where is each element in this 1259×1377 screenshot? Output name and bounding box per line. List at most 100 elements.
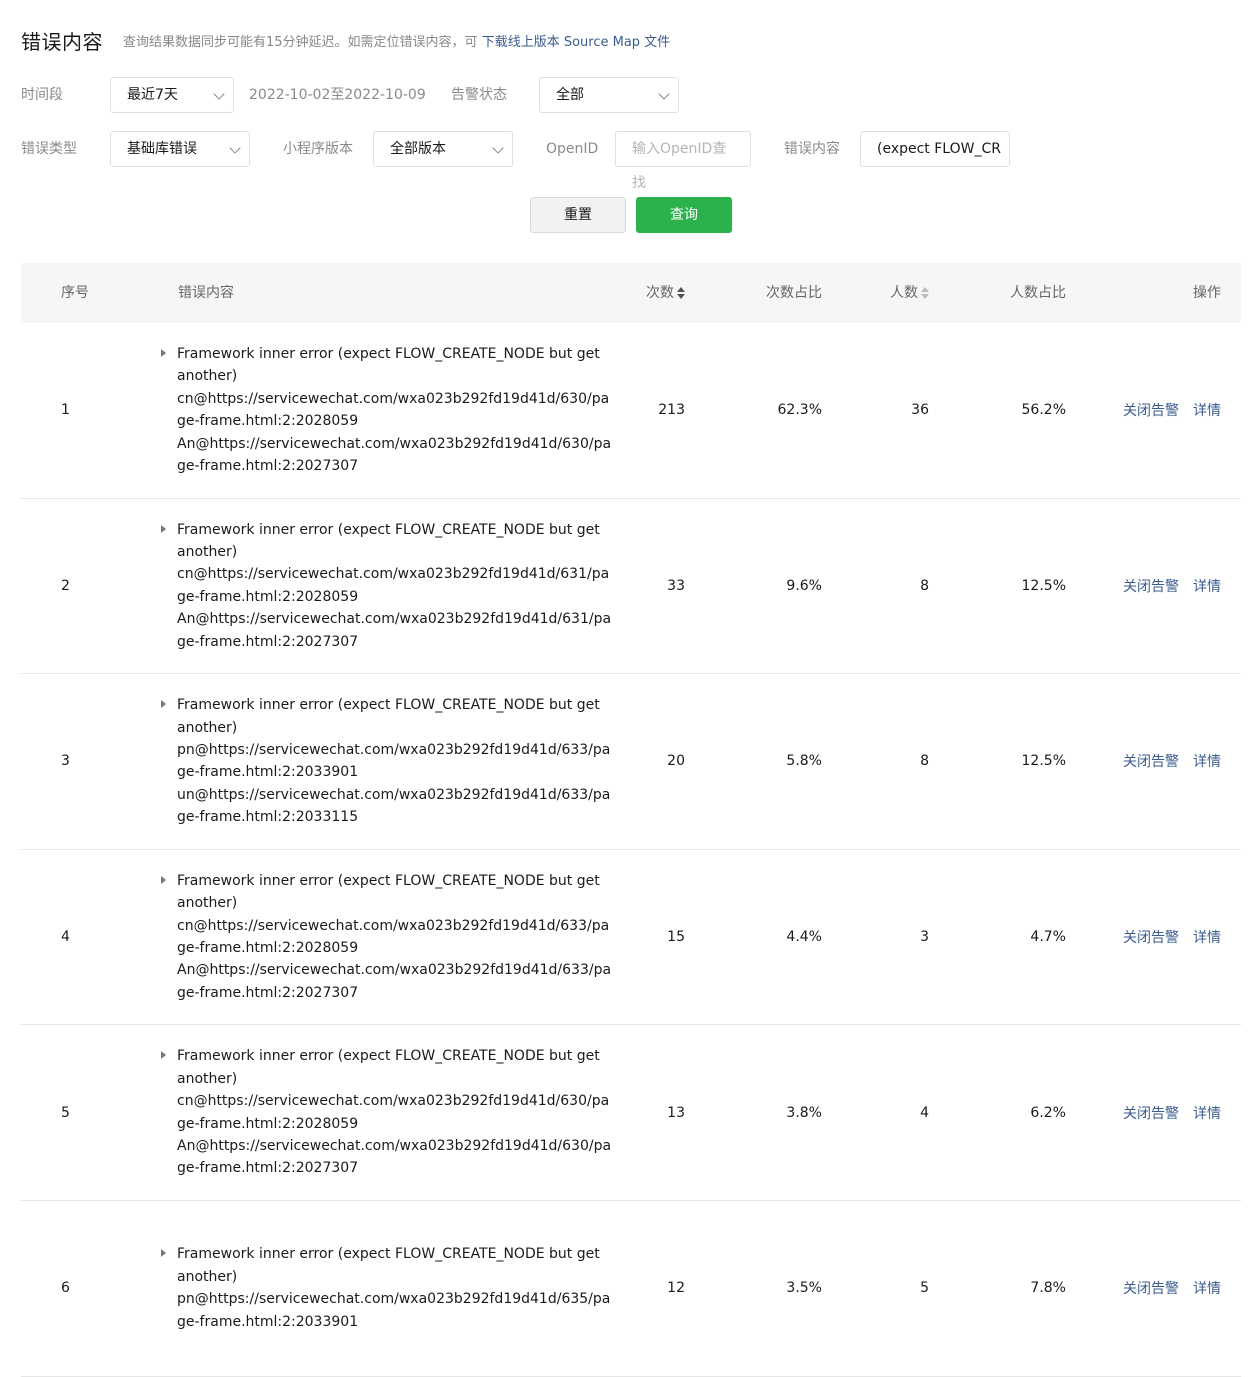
close-alert-link[interactable]: 关闭告警 <box>1123 927 1179 947</box>
version-value: 全部版本 <box>390 141 446 157</box>
close-alert-link[interactable]: 关闭告警 <box>1123 751 1179 771</box>
users-value: 4 <box>920 1104 929 1121</box>
chevron-down-icon <box>492 142 504 154</box>
table-row: 6 Framework inner error (expect FLOW_CREA… <box>21 1201 1241 1377</box>
alert-status-select[interactable]: 全部 <box>539 77 679 113</box>
period-select[interactable]: 最近7天 <box>110 77 234 113</box>
detail-link[interactable]: 详情 <box>1193 1278 1221 1298</box>
error-message: Framework inner error (expect FLOW_CREAT… <box>161 343 612 477</box>
error-message: Framework inner error (expect FLOW_CREAT… <box>161 694 611 828</box>
detail-link[interactable]: 详情 <box>1193 576 1221 596</box>
row-actions: 关闭告警 详情 <box>1123 499 1221 674</box>
error-message-line: ge-frame.html:2:2033115 <box>177 809 359 826</box>
error-type-select[interactable]: 基础库错误 <box>110 131 250 167</box>
row-index: 5 <box>61 1104 70 1121</box>
count-value: 20 <box>667 753 685 770</box>
period-select-value: 最近7天 <box>127 87 178 103</box>
col-count[interactable]: 次数 <box>646 263 685 323</box>
expand-triangle-icon[interactable] <box>161 524 166 533</box>
count-value: 13 <box>667 1104 685 1121</box>
error-message-line: ge-frame.html:2:2033901 <box>177 764 359 781</box>
col-index: 序号 <box>61 285 89 301</box>
expand-triangle-icon[interactable] <box>161 875 166 884</box>
content-input[interactable]: (expect FLOW_CR <box>860 131 1010 167</box>
alert-status-label: 告警状态 <box>451 87 507 103</box>
users-pct-value: 7.8% <box>1030 1280 1066 1297</box>
error-message-cell: Framework inner error (expect FLOW_CREAT… <box>161 674 611 849</box>
error-message-line: another) <box>177 719 238 736</box>
expand-triangle-icon[interactable] <box>161 700 166 709</box>
close-alert-link[interactable]: 关闭告警 <box>1123 1278 1179 1298</box>
chevron-down-icon <box>213 88 225 100</box>
query-button[interactable]: 查询 <box>636 197 732 233</box>
openid-placeholder: 输入OpenID查找 <box>632 141 727 191</box>
count-value: 33 <box>667 577 685 594</box>
close-alert-link[interactable]: 关闭告警 <box>1123 576 1179 596</box>
version-label: 小程序版本 <box>283 141 353 157</box>
count-value: 15 <box>667 929 685 946</box>
error-message-line: another) <box>177 1268 238 1285</box>
count-pct-value: 62.3% <box>777 402 822 419</box>
openid-label: OpenID <box>546 141 599 157</box>
error-message-cell: Framework inner error (expect FLOW_CREAT… <box>161 1201 610 1376</box>
date-range: 2022-10-02至2022-10-09 <box>249 87 426 103</box>
download-sourcemap-link[interactable]: 下载线上版本 Source Map 文件 <box>482 35 670 50</box>
error-message-line: ge-frame.html:2:2028059 <box>177 1115 359 1132</box>
table-row: 5 Framework inner error (expect FLOW_CREA… <box>21 1025 1241 1201</box>
reset-button[interactable]: 重置 <box>530 197 626 233</box>
page-header: 错误内容 查询结果数据同步可能有15分钟延迟。如需定位错误内容，可 下载线上版本… <box>21 24 670 56</box>
row-index: 3 <box>61 753 70 770</box>
error-message-line: ge-frame.html:2:2027307 <box>177 458 359 475</box>
close-alert-link[interactable]: 关闭告警 <box>1123 1103 1179 1123</box>
error-message-line: An@https://servicewechat.com/wxa023b292f… <box>177 611 612 628</box>
error-message-line: Framework inner error (expect FLOW_CREAT… <box>177 872 600 889</box>
users-pct-value: 6.2% <box>1030 1104 1066 1121</box>
error-message-line: ge-frame.html:2:2027307 <box>177 984 359 1001</box>
error-message-line: Framework inner error (expect FLOW_CREAT… <box>177 697 600 714</box>
users-value: 36 <box>911 402 929 419</box>
error-message-line: un@https://servicewechat.com/wxa023b292f… <box>177 786 611 803</box>
col-ops: 操作 <box>1193 285 1221 301</box>
error-message-line: cn@https://servicewechat.com/wxa023b292f… <box>177 1093 610 1110</box>
detail-link[interactable]: 详情 <box>1193 1103 1221 1123</box>
count-value: 12 <box>667 1280 685 1297</box>
error-message-line: another) <box>177 1070 238 1087</box>
users-value: 8 <box>920 577 929 594</box>
openid-input[interactable]: 输入OpenID查找 <box>615 131 751 191</box>
col-users[interactable]: 人数 <box>890 263 929 323</box>
expand-triangle-icon[interactable] <box>161 1051 166 1060</box>
error-message-line: pn@https://servicewechat.com/wxa023b292f… <box>177 742 611 759</box>
error-message-line: Framework inner error (expect FLOW_CREAT… <box>177 521 600 538</box>
content-input-value: (expect FLOW_CR <box>877 141 1001 157</box>
row-index: 6 <box>61 1280 70 1297</box>
error-message-line: An@https://servicewechat.com/wxa023b292f… <box>177 435 612 452</box>
expand-triangle-icon[interactable] <box>161 1249 166 1258</box>
delay-note: 查询结果数据同步可能有15分钟延迟。如需定位错误内容，可 下载线上版本 Sour… <box>123 31 670 50</box>
row-actions: 关闭告警 详情 <box>1123 674 1221 849</box>
chevron-down-icon <box>229 142 241 154</box>
count-pct-value: 9.6% <box>786 577 822 594</box>
expand-triangle-icon[interactable] <box>161 349 166 358</box>
error-type-value: 基础库错误 <box>127 141 197 157</box>
error-message-cell: Framework inner error (expect FLOW_CREAT… <box>161 323 611 498</box>
table-row: 2 Framework inner error (expect FLOW_CREA… <box>21 499 1241 675</box>
error-message-line: ge-frame.html:2:2028059 <box>177 413 359 430</box>
detail-link[interactable]: 详情 <box>1193 751 1221 771</box>
error-message-line: another) <box>177 368 238 385</box>
close-alert-link[interactable]: 关闭告警 <box>1123 400 1179 420</box>
sort-icon <box>677 287 685 299</box>
col-users-pct: 人数占比 <box>1010 285 1066 301</box>
count-pct-value: 3.8% <box>786 1104 822 1121</box>
error-message-line: cn@https://servicewechat.com/wxa023b292f… <box>177 566 610 583</box>
row-actions: 关闭告警 详情 <box>1123 850 1221 1025</box>
content-label: 错误内容 <box>784 141 840 157</box>
users-value: 5 <box>920 1280 929 1297</box>
users-pct-value: 12.5% <box>1021 577 1066 594</box>
error-message-line: ge-frame.html:2:2027307 <box>177 633 359 650</box>
row-index: 2 <box>61 577 70 594</box>
version-select[interactable]: 全部版本 <box>373 131 513 167</box>
detail-link[interactable]: 详情 <box>1193 927 1221 947</box>
count-pct-value: 3.5% <box>786 1280 822 1297</box>
row-actions: 关闭告警 详情 <box>1123 323 1221 498</box>
detail-link[interactable]: 详情 <box>1193 400 1221 420</box>
